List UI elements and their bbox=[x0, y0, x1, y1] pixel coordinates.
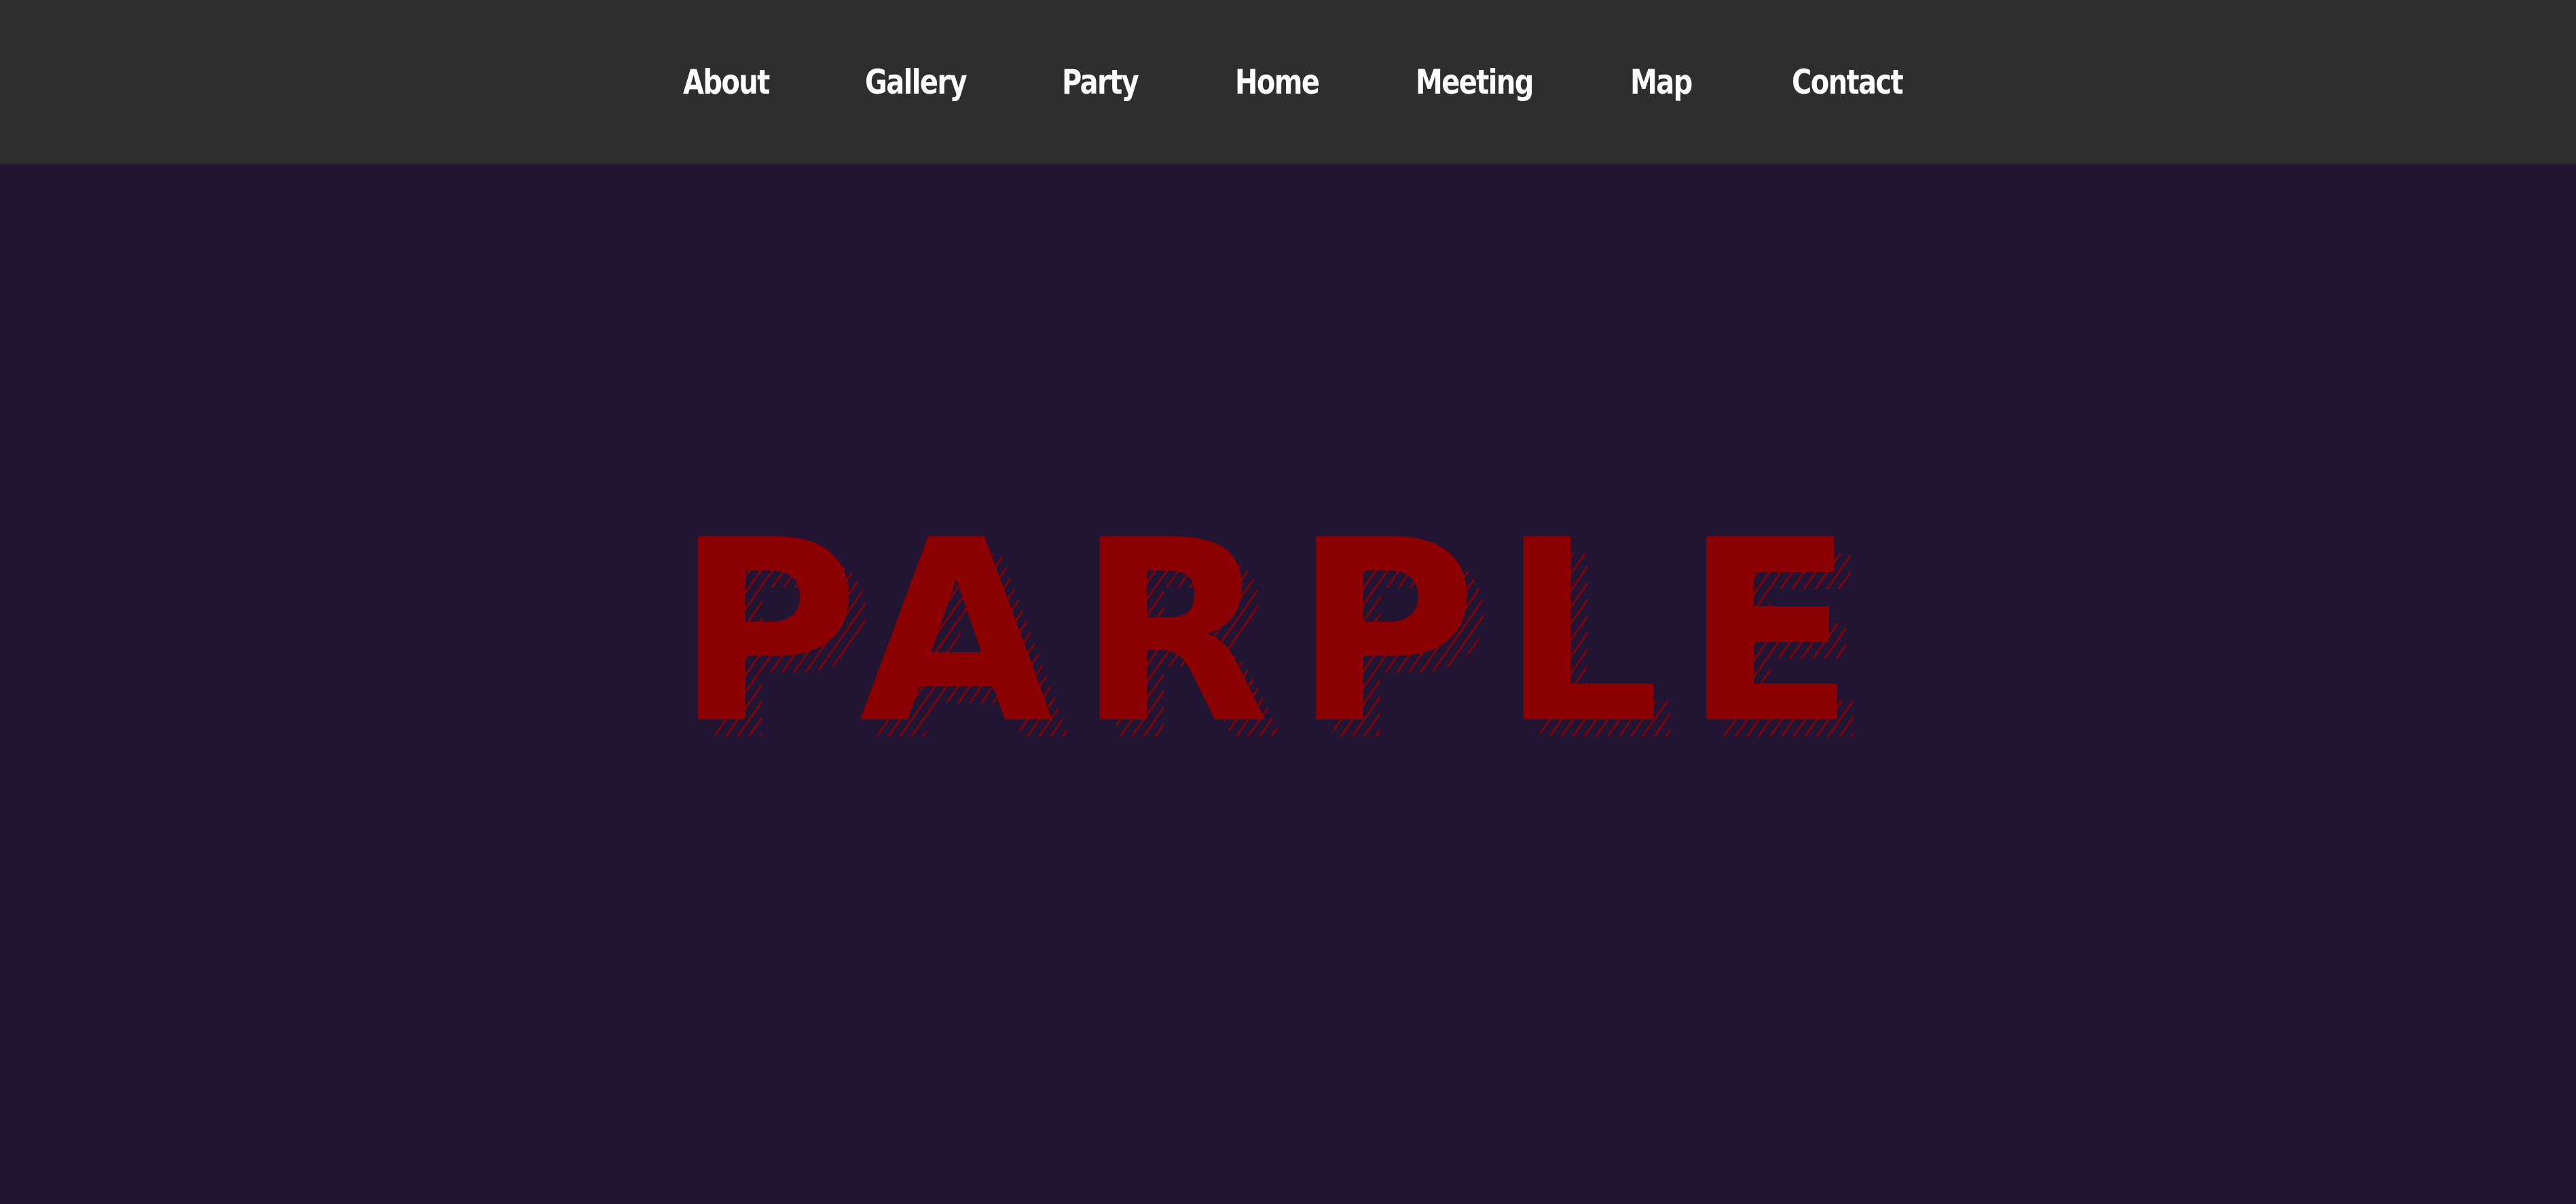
hero-section: PARPLE PARPLE bbox=[0, 164, 2576, 1204]
nav-link-party[interactable]: Party bbox=[1062, 0, 1139, 164]
nav-link-about[interactable]: About bbox=[683, 0, 770, 164]
nav-link-map[interactable]: Map bbox=[1630, 0, 1693, 164]
nav-link-gallery[interactable]: Gallery bbox=[865, 0, 968, 164]
hero-title: PARPLE bbox=[675, 487, 1878, 779]
top-navbar: About Gallery Party Home Meeting Map Con… bbox=[0, 0, 2576, 164]
hero-title-graphic: PARPLE PARPLE bbox=[675, 487, 1878, 796]
nav-link-home[interactable]: Home bbox=[1235, 0, 1320, 164]
nav-link-contact[interactable]: Contact bbox=[1792, 0, 1904, 164]
nav-link-meeting[interactable]: Meeting bbox=[1416, 0, 1534, 164]
